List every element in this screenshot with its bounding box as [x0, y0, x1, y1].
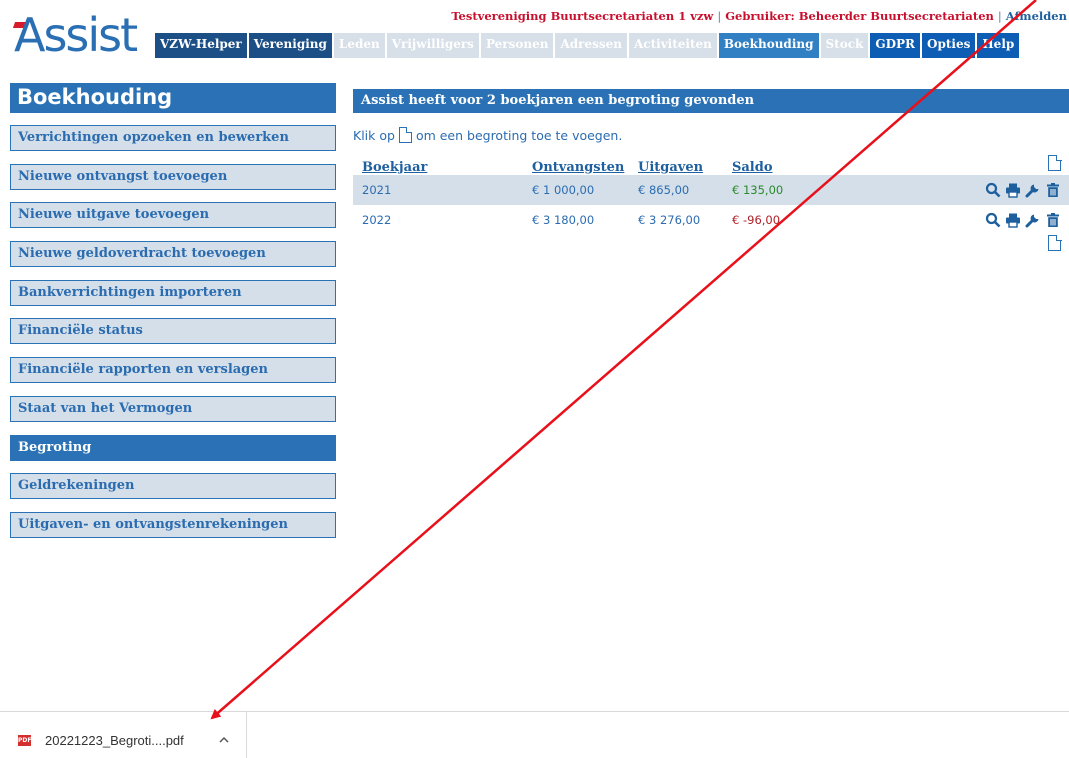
sidebar-title: Boekhouding: [10, 83, 336, 113]
main-navigation: VZW-Helper Vereniging Leden Vrijwilligers Pe…: [155, 33, 1021, 58]
sidebar-item-financiele-status[interactable]: Financiële status: [10, 318, 336, 345]
table-row: 2021 € 1 000,00 € 865,00 € 135,00: [353, 175, 1069, 205]
download-file-name[interactable]: 20221223_Begroti....pdf: [45, 733, 184, 748]
download-item[interactable]: PDF 20221223_Begroti....pdf: [0, 712, 247, 758]
downloads-bar: PDF 20221223_Begroti....pdf: [0, 711, 1069, 758]
logo-text: Assist: [14, 8, 138, 62]
column-year[interactable]: Boekjaar: [353, 153, 523, 175]
new-document-icon[interactable]: [398, 126, 413, 143]
nav-tab-help[interactable]: Help: [977, 33, 1020, 58]
row-actions: [923, 175, 1069, 205]
sidebar-item-begroting[interactable]: Begroting: [10, 434, 336, 461]
trash-icon[interactable]: [1045, 182, 1061, 198]
row-actions: [923, 205, 1069, 235]
column-income[interactable]: Ontvangsten: [523, 153, 629, 175]
nav-tab-boekhouding[interactable]: Boekhouding: [718, 33, 819, 58]
nav-tab-gdpr[interactable]: GDPR: [870, 33, 920, 58]
column-balance[interactable]: Saldo: [723, 153, 923, 175]
cell-year: 2021: [353, 175, 523, 205]
cell-income: € 3 180,00: [532, 213, 595, 227]
add-budget-row: [353, 234, 1069, 255]
pdf-file-icon: PDF: [18, 735, 32, 746]
wrench-icon[interactable]: [1025, 212, 1041, 228]
cell-balance: € 135,00: [723, 175, 923, 205]
nav-tab-adressen[interactable]: Adressen: [555, 33, 627, 58]
header-info: Testvereniging Buurtsecretariaten 1 vzw |…: [451, 9, 1067, 23]
table-header-row: Boekjaar Ontvangsten Uitgaven Saldo: [353, 153, 1069, 175]
cell-income: € 1 000,00: [523, 175, 629, 205]
sidebar-item-nieuwe-uitgave-toevoegen[interactable]: Nieuwe uitgave toevoegen: [10, 202, 336, 229]
organization-name: Testvereniging Buurtsecretariaten 1 vzw: [451, 9, 714, 23]
trash-icon[interactable]: [1045, 212, 1061, 228]
add-budget-header: [923, 153, 1069, 175]
print-icon[interactable]: [1005, 212, 1021, 228]
nav-tab-activiteiten[interactable]: Activiteiten: [628, 33, 717, 58]
sidebar-item-nieuwe-ontvangst-toevoegen[interactable]: Nieuwe ontvangst toevoegen: [10, 163, 336, 190]
nav-tab-stock[interactable]: Stock: [820, 33, 869, 58]
print-icon[interactable]: [1005, 182, 1021, 198]
new-document-icon[interactable]: [1048, 234, 1062, 251]
search-icon[interactable]: [985, 212, 1001, 228]
nav-tab-vzw-helper[interactable]: VZW-Helper: [155, 33, 247, 58]
cell-year: 2022: [362, 213, 392, 227]
budget-table: Boekjaar Ontvangsten Uitgaven Saldo 2021…: [353, 153, 1069, 235]
logout-link[interactable]: Afmelden: [1006, 9, 1067, 23]
cell-expenses: € 865,00: [629, 175, 723, 205]
column-expenses[interactable]: Uitgaven: [629, 153, 723, 175]
search-icon[interactable]: [985, 182, 1001, 198]
cell-expenses: € 3 276,00: [638, 213, 701, 227]
nav-tab-leden[interactable]: Leden: [333, 33, 385, 58]
nav-tab-opties[interactable]: Opties: [922, 33, 976, 58]
wrench-icon[interactable]: [1025, 182, 1041, 198]
sidebar: Boekhouding Verrichtingen opzoeken en be…: [10, 83, 336, 551]
assist-logo[interactable]: Assist: [12, 8, 144, 62]
sidebar-item-uitgaven-en-ontvangstenrekeningen[interactable]: Uitgaven- en ontvangstenrekeningen: [10, 511, 336, 538]
nav-tab-personen[interactable]: Personen: [480, 33, 554, 58]
page-heading: Assist heeft voor 2 boekjaren een begrot…: [353, 89, 1069, 113]
chevron-up-icon[interactable]: [218, 735, 230, 745]
sidebar-item-staat-van-het-vermogen[interactable]: Staat van het Vermogen: [10, 395, 336, 422]
sidebar-item-financiele-rapporten-en-verslagen[interactable]: Financiële rapporten en verslagen: [10, 357, 336, 384]
sidebar-item-geldrekeningen[interactable]: Geldrekeningen: [10, 473, 336, 500]
sidebar-item-bankverrichtingen-importeren[interactable]: Bankverrichtingen importeren: [10, 279, 336, 306]
add-budget-hint: Klik op om een begroting toe te voegen.: [353, 126, 623, 143]
sidebar-item-verrichtingen-opzoeken-en-bewerken[interactable]: Verrichtingen opzoeken en bewerken: [10, 125, 336, 151]
new-document-icon[interactable]: [1048, 154, 1062, 171]
main-content: Assist heeft voor 2 boekjaren een begrot…: [353, 89, 1069, 255]
cell-balance: € -96,00: [732, 213, 781, 227]
user-name: Gebruiker: Beheerder Buurtsecretariaten: [725, 9, 994, 23]
nav-tab-vereniging[interactable]: Vereniging: [248, 33, 332, 58]
table-row: 2022 € 3 180,00 € 3 276,00 € -96,00: [353, 205, 1069, 235]
sidebar-item-nieuwe-geldoverdracht-toevoegen[interactable]: Nieuwe geldoverdracht toevoegen: [10, 241, 336, 268]
nav-tab-vrijwilligers[interactable]: Vrijwilligers: [386, 33, 479, 58]
